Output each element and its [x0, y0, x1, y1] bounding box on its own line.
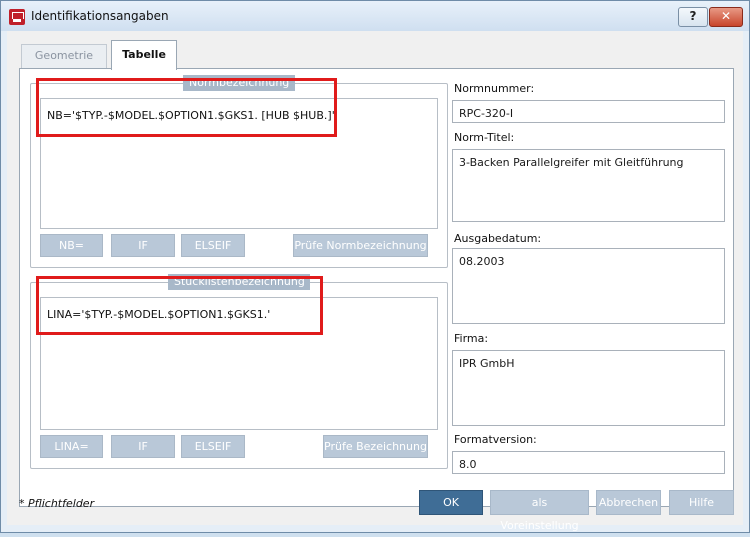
- formatversion-field[interactable]: 8.0: [452, 451, 725, 474]
- ausgabedatum-label: Ausgabedatum:: [454, 232, 542, 245]
- normbezeichnung-expression: NB='$TYP.-$MODEL.$OPTION1.$GKS1. [HUB $H…: [47, 109, 335, 122]
- formatversion-value: 8.0: [459, 458, 477, 471]
- if-button[interactable]: IF: [111, 234, 175, 257]
- stuecklistenbezeichnung-legend: Stücklistenbezeichnung: [168, 274, 310, 290]
- close-button[interactable]: ✕: [709, 7, 743, 27]
- normnummer-label: Normnummer:: [454, 82, 535, 95]
- normbezeichnung-editor[interactable]: NB='$TYP.-$MODEL.$OPTION1.$GKS1. [HUB $H…: [40, 98, 438, 229]
- dialog-window: Identifikationsangaben ? ✕ Geometrie Tab…: [0, 0, 750, 533]
- norm-titel-label: Norm-Titel:: [454, 131, 515, 144]
- firma-field[interactable]: IPR GmbH: [452, 350, 725, 426]
- hilfe-button[interactable]: Hilfe: [669, 490, 734, 515]
- ausgabedatum-value: 08.2003: [459, 255, 505, 268]
- ausgabedatum-field[interactable]: 08.2003: [452, 248, 725, 324]
- abbrechen-button[interactable]: Abbrechen: [596, 490, 661, 515]
- firma-label: Firma:: [454, 332, 489, 345]
- firma-value: IPR GmbH: [459, 357, 515, 370]
- title-bar: Identifikationsangaben ? ✕: [1, 1, 749, 31]
- elseif-button[interactable]: ELSEIF: [181, 234, 245, 257]
- norm-titel-value: 3-Backen Parallelgreifer mit Gleitführun…: [459, 156, 684, 169]
- check-bezeichnung-button[interactable]: Prüfe Bezeichnung: [323, 435, 428, 458]
- app-icon: [9, 9, 25, 25]
- norm-titel-field[interactable]: 3-Backen Parallelgreifer mit Gleitführun…: [452, 149, 725, 222]
- normnummer-value: RPC-320-I: [459, 107, 514, 120]
- tab-tabelle[interactable]: Tabelle: [111, 40, 177, 70]
- normbezeichnung-group: Normbezeichnung NB='$TYP.-$MODEL.$OPTION…: [30, 75, 448, 268]
- stuecklistenbezeichnung-editor[interactable]: LINA='$TYP.-$MODEL.$OPTION1.$GKS1.': [40, 297, 438, 430]
- stuecklistenbezeichnung-group: Stücklistenbezeichnung LINA='$TYP.-$MODE…: [30, 274, 448, 469]
- formatversion-label: Formatversion:: [454, 433, 537, 446]
- nb-insert-button[interactable]: NB=: [40, 234, 103, 257]
- als-voreinstellung-button[interactable]: als Voreinstellung: [490, 490, 589, 532]
- normbezeichnung-legend: Normbezeichnung: [183, 75, 295, 91]
- window-title: Identifikationsangaben: [31, 9, 169, 23]
- stuecklistenbezeichnung-expression: LINA='$TYP.-$MODEL.$OPTION1.$GKS1.': [47, 308, 271, 321]
- if-button[interactable]: IF: [111, 435, 175, 458]
- dialog-client: Geometrie Tabelle Normbezeichnung NB='$T…: [7, 31, 743, 532]
- normnummer-field[interactable]: RPC-320-I: [452, 100, 725, 123]
- tab-geometrie[interactable]: Geometrie: [21, 44, 107, 69]
- elseif-button[interactable]: ELSEIF: [181, 435, 245, 458]
- help-button[interactable]: ?: [678, 7, 708, 27]
- check-normbezeichnung-button[interactable]: Prüfe Normbezeichnung: [293, 234, 428, 257]
- lina-insert-button[interactable]: LINA=: [40, 435, 103, 458]
- required-fields-note: * Pflichtfelder: [19, 497, 95, 510]
- tab-panel: Normbezeichnung NB='$TYP.-$MODEL.$OPTION…: [19, 68, 734, 507]
- ok-button[interactable]: OK: [419, 490, 483, 515]
